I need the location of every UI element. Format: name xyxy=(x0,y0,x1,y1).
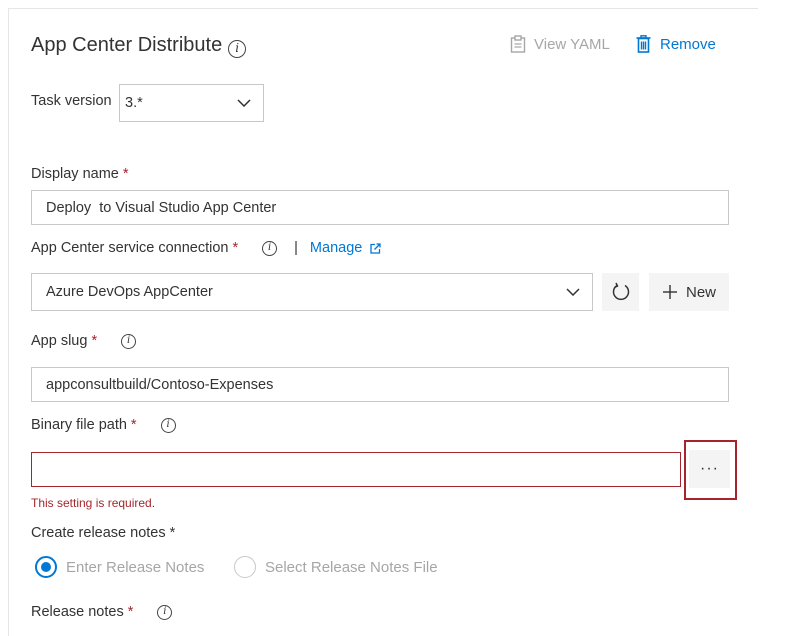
info-icon[interactable]: i xyxy=(262,240,278,256)
chevron-down-icon xyxy=(566,288,580,296)
required-mark: * xyxy=(169,525,176,541)
chevron-down-icon xyxy=(237,99,251,107)
info-icon[interactable]: i xyxy=(157,604,173,620)
new-label: New xyxy=(685,283,716,301)
binary-path-error: This setting is required. xyxy=(31,496,156,510)
app-slug-value: appconsultbuild/Contoso-Expenses xyxy=(46,376,274,393)
task-version-value: 3.* xyxy=(125,95,143,111)
info-icon[interactable]: i xyxy=(160,417,176,433)
task-version-select[interactable]: 3.* xyxy=(119,84,264,122)
view-yaml-label: View YAML xyxy=(534,35,610,53)
service-connection-label-text: App Center service connection xyxy=(31,240,229,256)
display-name-value: Deploy to Visual Studio App Center xyxy=(46,199,277,216)
remove-button[interactable]: Remove xyxy=(636,35,716,53)
plus-icon xyxy=(662,285,677,299)
new-connection-button[interactable]: New xyxy=(649,273,729,311)
required-mark: * xyxy=(91,333,98,349)
radio-button-unchecked xyxy=(234,556,256,578)
radio-enter-release-notes[interactable]: Enter Release Notes xyxy=(35,556,204,578)
radio-enter-label: Enter Release Notes xyxy=(66,558,205,576)
required-mark: * xyxy=(122,166,129,182)
binary-path-label-text: Binary file path xyxy=(31,417,127,433)
binary-path-label: Binary file path * i xyxy=(31,417,176,433)
task-version-label-text: Task version xyxy=(31,93,112,109)
browse-button[interactable]: ··· xyxy=(689,450,730,488)
service-connection-label: App Center service connection * i | Manag… xyxy=(31,240,381,256)
page-title-text: App Center Distribute xyxy=(31,34,223,56)
release-notes-option-label: Create release notes * xyxy=(31,525,175,541)
info-icon[interactable]: i xyxy=(228,40,247,58)
browse-label: ··· xyxy=(700,460,719,477)
trash-icon xyxy=(636,35,651,53)
app-slug-label-text: App slug xyxy=(31,333,88,349)
display-name-input[interactable]: Deploy to Visual Studio App Center xyxy=(31,190,729,225)
required-mark: * xyxy=(130,417,137,433)
refresh-button[interactable] xyxy=(602,273,639,311)
app-slug-label: App slug * i xyxy=(31,333,137,349)
service-connection-select[interactable]: Azure DevOps AppCenter xyxy=(31,273,593,311)
manage-link[interactable]: Manage xyxy=(310,240,362,256)
clipboard-icon xyxy=(510,35,526,53)
view-yaml-button[interactable]: View YAML xyxy=(510,35,610,53)
info-icon[interactable]: i xyxy=(121,333,137,349)
display-name-label-text: Display name xyxy=(31,166,119,182)
service-connection-value: Azure DevOps AppCenter xyxy=(46,284,213,300)
separator: | xyxy=(294,240,298,256)
radio-select-label: Select Release Notes File xyxy=(265,558,438,576)
page-title: App Center Distribute i xyxy=(31,34,247,58)
display-name-label: Display name * xyxy=(31,166,129,182)
radio-select-release-notes-file[interactable]: Select Release Notes File xyxy=(234,556,438,578)
required-mark: * xyxy=(232,240,239,256)
release-notes-label: Release notes * i xyxy=(31,604,173,620)
radio-button-checked xyxy=(35,556,57,578)
task-version-label: Task version xyxy=(31,93,112,109)
release-notes-option-label-text: Create release notes xyxy=(31,525,166,541)
refresh-icon xyxy=(612,282,629,301)
release-notes-label-text: Release notes xyxy=(31,604,124,620)
remove-label: Remove xyxy=(660,35,716,53)
external-link-icon xyxy=(370,242,381,254)
app-slug-input[interactable]: appconsultbuild/Contoso-Expenses xyxy=(31,367,729,402)
required-mark: * xyxy=(127,604,134,620)
binary-path-input[interactable] xyxy=(31,452,681,487)
